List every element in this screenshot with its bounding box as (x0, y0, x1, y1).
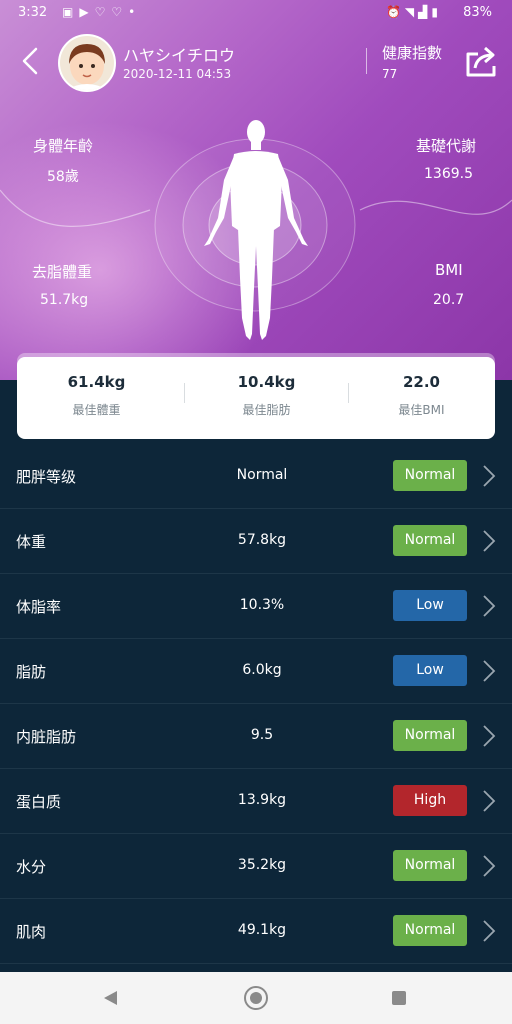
health-index-value: 77 (382, 67, 398, 81)
status-badge: Normal (393, 850, 467, 881)
metric-value: 13.9kg (237, 792, 287, 808)
metric-name: 肌肉 (16, 923, 47, 941)
chevron-right-icon[interactable] (481, 464, 497, 488)
metric-value: 9.5 (250, 727, 274, 743)
health-index-label: 健康指數 (382, 44, 443, 62)
metric-name: 内脏脂肪 (16, 728, 77, 746)
metric-row[interactable]: 体脂率 10.3% Low (0, 574, 512, 639)
battery-percent: 83% (463, 5, 492, 20)
chevron-right-icon[interactable] (481, 594, 497, 618)
back-arrow-icon[interactable] (18, 46, 44, 76)
metric-value: 49.1kg (237, 922, 287, 938)
avatar-face-icon (60, 36, 114, 90)
metric-value: 6.0kg (242, 662, 282, 678)
metric-name: 体脂率 (16, 598, 62, 616)
body-metrics-list: 肥胖等级 Normal Normal 体重 57.8kg Normal 体脂率 10.3% Lo… (0, 444, 512, 964)
body-age-label: 身體年齡 (33, 137, 94, 155)
metric-value: Normal (236, 467, 288, 483)
avatar[interactable] (58, 34, 116, 92)
status-badge: Normal (393, 720, 467, 751)
nav-back-icon[interactable] (104, 991, 117, 1005)
user-name: ハヤシイチロウ (123, 46, 236, 65)
human-body-icon (204, 120, 308, 340)
optimal-bmi-value: 22.0 (402, 373, 440, 391)
optimal-bmi: 22.0 最佳BMI (342, 357, 501, 439)
bmi-value: 20.7 (433, 292, 465, 308)
chevron-right-icon[interactable] (481, 724, 497, 748)
optimal-fat-label: 最佳脂肪 (242, 403, 291, 417)
status-badge: Low (393, 590, 467, 621)
status-badge: Normal (393, 525, 467, 556)
metric-row[interactable]: 脂肪 6.0kg Low (0, 639, 512, 704)
status-time: 3:32 (18, 5, 48, 20)
bmi-label: BMI (435, 261, 463, 279)
metric-name: 水分 (16, 858, 47, 876)
bmr-value: 1369.5 (424, 166, 473, 182)
metric-name: 蛋白质 (16, 793, 62, 811)
hero-banner: 3:32 ▣▶♡♡• ⏰◥▟▮ 83% ハヤシイチロウ 2020-12-11 0… (0, 0, 512, 380)
metric-name: 体重 (16, 533, 47, 551)
optimal-bmi-label: 最佳BMI (398, 403, 445, 417)
chevron-right-icon[interactable] (481, 919, 497, 943)
dot-icon: • (128, 5, 142, 19)
optimal-summary-card: 61.4kg 最佳體重 10.4kg 最佳脂肪 22.0 最佳BMI (17, 357, 495, 439)
optimal-fat: 10.4kg 最佳脂肪 (187, 357, 346, 439)
metric-row[interactable]: 体重 57.8kg Normal (0, 509, 512, 574)
notification-icons: ▣▶♡♡• (62, 5, 141, 19)
status-badge: Normal (393, 460, 467, 491)
status-badge: Low (393, 655, 467, 686)
image-icon: ▣ (62, 5, 80, 19)
battery-icon: ▮ (431, 5, 442, 19)
nav-home-dot (250, 992, 262, 1004)
system-icons: ⏰◥▟▮ (386, 5, 442, 19)
measurement-datetime: 2020-12-11 04:53 (123, 67, 232, 81)
share-icon[interactable] (464, 44, 500, 78)
metric-value: 10.3% (239, 597, 285, 613)
heart-icon: ♡ (111, 5, 129, 19)
android-nav-bar (0, 972, 512, 1024)
metric-name: 肥胖等级 (16, 468, 77, 486)
chevron-right-icon[interactable] (481, 789, 497, 813)
youtube-icon: ▶ (79, 5, 95, 19)
chevron-right-icon[interactable] (481, 854, 497, 878)
optimal-weight-label: 最佳體重 (72, 403, 121, 417)
metric-row[interactable]: 水分 35.2kg Normal (0, 834, 512, 899)
chevron-right-icon[interactable] (481, 529, 497, 553)
lean-mass-value: 51.7kg (40, 292, 89, 308)
nav-recents-icon[interactable] (392, 991, 406, 1005)
metric-row[interactable]: 内脏脂肪 9.5 Normal (0, 704, 512, 769)
alarm-icon: ⏰ (385, 5, 405, 19)
metric-value: 35.2kg (237, 857, 287, 873)
metric-value: 57.8kg (237, 532, 287, 548)
status-bar: 3:32 ▣▶♡♡• ⏰◥▟▮ 83% (0, 0, 512, 28)
optimal-weight: 61.4kg 最佳體重 (17, 357, 176, 439)
metric-row[interactable]: 肥胖等级 Normal Normal (0, 444, 512, 509)
metric-name: 脂肪 (16, 663, 47, 681)
header-divider (366, 48, 367, 74)
lean-mass-label: 去脂體重 (32, 263, 93, 281)
heart-icon: ♡ (94, 5, 112, 19)
metric-row[interactable]: 蛋白质 13.9kg High (0, 769, 512, 834)
bmr-label: 基礎代謝 (416, 137, 477, 155)
optimal-weight-value: 61.4kg (67, 373, 126, 391)
body-age-value: 58歲 (47, 169, 79, 185)
status-badge: High (393, 785, 467, 816)
status-badge: Normal (393, 915, 467, 946)
metric-row[interactable]: 肌肉 49.1kg Normal (0, 899, 512, 964)
optimal-fat-value: 10.4kg (237, 373, 296, 391)
card-divider (184, 383, 185, 403)
chevron-right-icon[interactable] (481, 659, 497, 683)
signal-icon: ▟ (418, 5, 432, 19)
wifi-icon: ◥ (404, 5, 419, 19)
